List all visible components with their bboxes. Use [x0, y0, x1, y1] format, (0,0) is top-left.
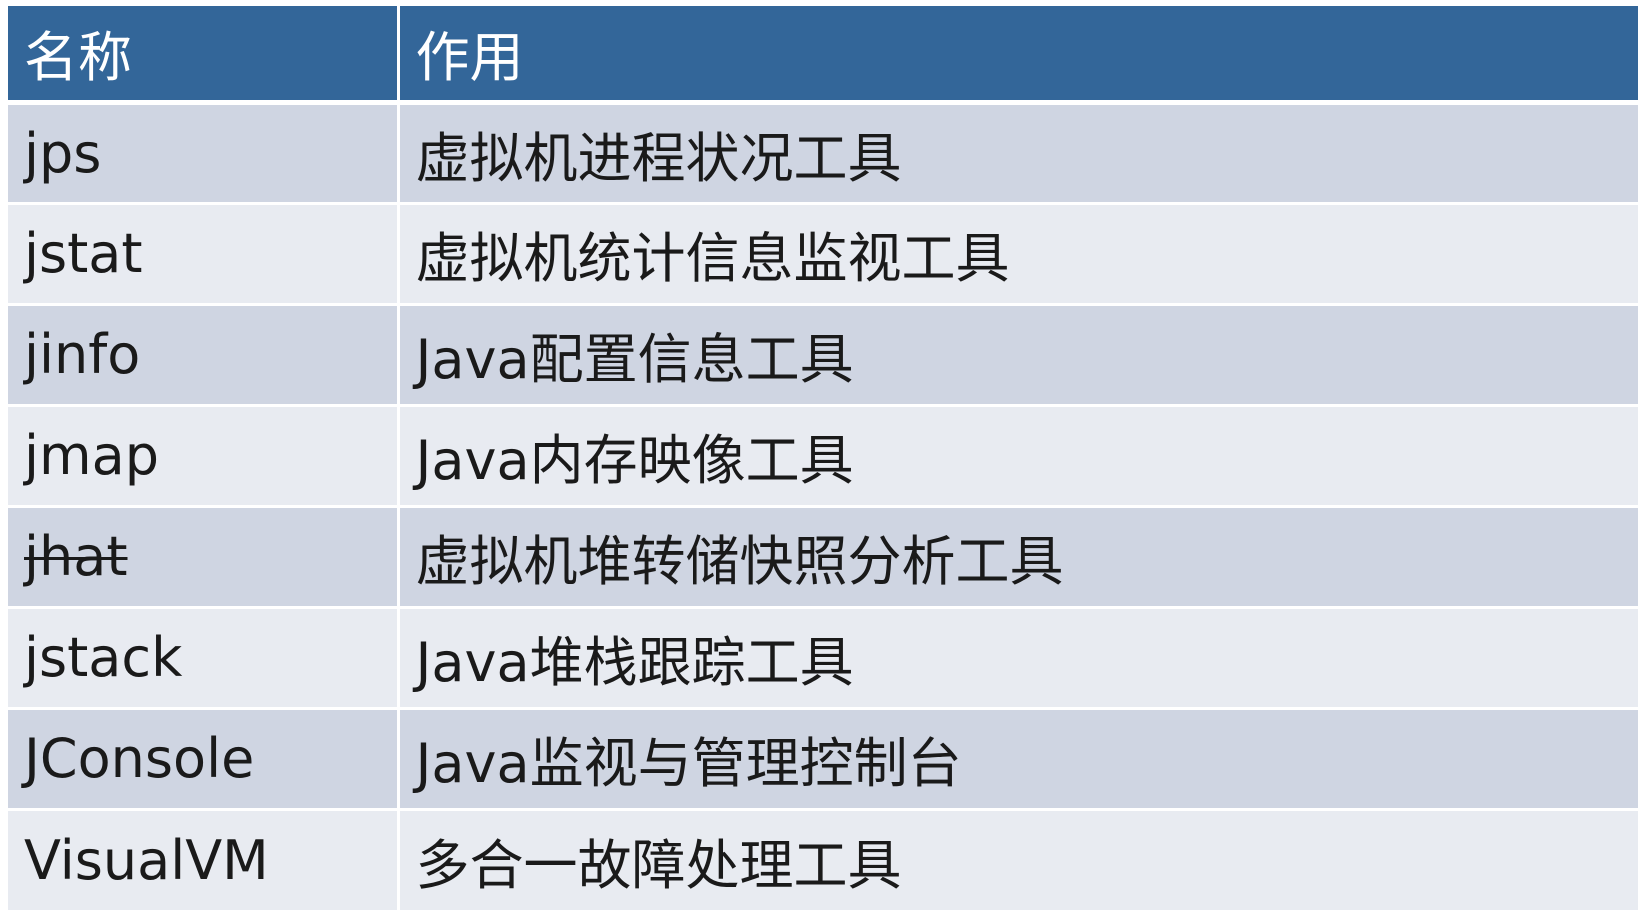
tool-purpose: Java堆栈跟踪工具 — [396, 605, 1638, 708]
tools-table-container: 名称 作用 jps 虚拟机进程状况工具 jstat 虚拟机统计信息监视工具 ji… — [8, 6, 1638, 910]
table-row: jstat 虚拟机统计信息监视工具 — [8, 201, 1638, 304]
tool-name: jps — [8, 100, 398, 203]
tool-purpose: Java监视与管理控制台 — [396, 706, 1638, 809]
table-row: jinfo Java配置信息工具 — [8, 302, 1638, 405]
table-row: jhat 虚拟机堆转储快照分析工具 — [8, 504, 1638, 607]
tool-name: JConsole — [8, 706, 398, 809]
jdk-tools-table: 名称 作用 jps 虚拟机进程状况工具 jstat 虚拟机统计信息监视工具 ji… — [8, 6, 1638, 910]
table-row: VisualVM 多合一故障处理工具 — [8, 807, 1638, 910]
table-row: jstack Java堆栈跟踪工具 — [8, 605, 1638, 708]
table-body: jps 虚拟机进程状况工具 jstat 虚拟机统计信息监视工具 jinfo Ja… — [8, 100, 1638, 910]
header-row: 名称 作用 — [8, 6, 1638, 105]
tool-name: jinfo — [8, 302, 398, 405]
table-row: JConsole Java监视与管理控制台 — [8, 706, 1638, 809]
tool-purpose: 虚拟机统计信息监视工具 — [396, 201, 1638, 304]
tool-name: jmap — [8, 403, 398, 506]
tool-name: jstack — [8, 605, 398, 708]
tool-name: VisualVM — [8, 807, 398, 910]
tool-purpose: 虚拟机堆转储快照分析工具 — [396, 504, 1638, 607]
header-name: 名称 — [8, 6, 398, 105]
table-row: jps 虚拟机进程状况工具 — [8, 100, 1638, 203]
tool-name: jhat — [8, 504, 398, 607]
tool-purpose: Java配置信息工具 — [396, 302, 1638, 405]
table-header: 名称 作用 — [8, 6, 1638, 105]
tool-purpose: Java内存映像工具 — [396, 403, 1638, 506]
tool-purpose: 多合一故障处理工具 — [396, 807, 1638, 910]
header-purpose: 作用 — [396, 6, 1638, 105]
table-row: jmap Java内存映像工具 — [8, 403, 1638, 506]
tool-name: jstat — [8, 201, 398, 304]
tool-purpose: 虚拟机进程状况工具 — [396, 100, 1638, 203]
